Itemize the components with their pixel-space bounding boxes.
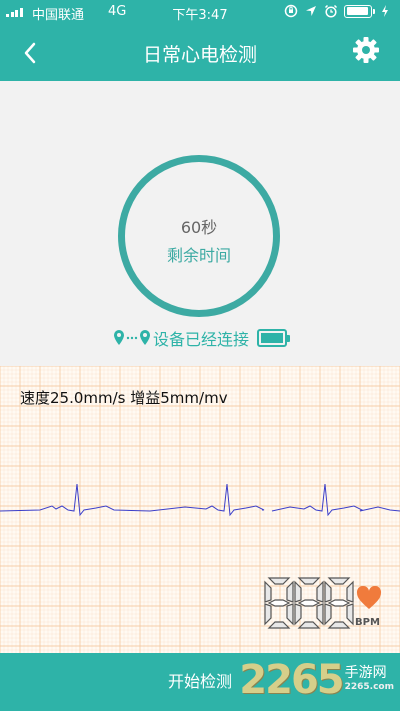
digit-segment bbox=[294, 603, 302, 626]
digit-segment bbox=[327, 621, 351, 629]
digit-segment bbox=[324, 580, 332, 603]
watermark-brand: 手游网 2265.com bbox=[344, 665, 394, 692]
device-link-icon bbox=[113, 328, 151, 348]
watermark-number: 2265 bbox=[239, 657, 344, 703]
countdown-ring: 60秒 剩余时间 bbox=[118, 155, 280, 317]
digit-segment bbox=[327, 577, 351, 585]
digit-segment bbox=[316, 603, 324, 626]
timer-section: 60秒 剩余时间 设备已经连接 bbox=[0, 81, 400, 366]
digit-segment bbox=[327, 599, 351, 607]
digit-segment bbox=[324, 603, 332, 626]
heart-rate-display: 000 BPM bbox=[264, 576, 384, 636]
location-icon bbox=[306, 6, 316, 16]
ecg-chart: 速度25.0mm/s 增益5mm/mv 000 BPM bbox=[0, 366, 400, 653]
digit-segment bbox=[267, 621, 291, 629]
page-title: 日常心电检测 bbox=[142, 44, 257, 66]
nav-bar: 日常心电检测 bbox=[0, 25, 400, 81]
digit-segment bbox=[264, 580, 272, 603]
alarm-icon bbox=[324, 4, 338, 18]
digit-segment bbox=[297, 621, 321, 629]
phone-battery-icon bbox=[344, 4, 375, 18]
seconds-remaining: 60秒 bbox=[180, 218, 218, 237]
status-bar: 中国联通 4G 下午3:47 bbox=[0, 0, 400, 25]
ecg-speed-gain: 速度25.0mm/s 增益5mm/mv bbox=[20, 389, 228, 407]
orientation-lock-icon bbox=[284, 4, 298, 18]
time-remaining-label: 剩余时间 bbox=[166, 246, 231, 265]
digit-segment bbox=[267, 577, 291, 585]
device-battery-icon bbox=[257, 329, 290, 347]
device-status-text: 设备已经连接 bbox=[152, 330, 249, 349]
digit-segment bbox=[346, 603, 354, 626]
device-connection-status: 设备已经连接 bbox=[0, 326, 400, 350]
digit-segment bbox=[316, 580, 324, 603]
digit-segment bbox=[286, 580, 294, 603]
bottom-bar: 开始检测 2265 手游网 2265.com bbox=[0, 653, 400, 711]
gear-icon[interactable] bbox=[352, 36, 380, 64]
bpm-unit: BPM bbox=[355, 617, 380, 628]
digit-segment bbox=[294, 580, 302, 603]
digit-segment bbox=[267, 599, 291, 607]
bpm-digits bbox=[264, 577, 354, 629]
charging-bolt-icon bbox=[382, 5, 388, 17]
watermark-logo: 2265 手游网 2265.com bbox=[239, 657, 394, 703]
digit-segment bbox=[286, 603, 294, 626]
digit-segment bbox=[297, 577, 321, 585]
digit-segment bbox=[346, 580, 354, 603]
heart-icon bbox=[356, 586, 382, 609]
digit-segment bbox=[297, 599, 321, 607]
digit-segment bbox=[264, 603, 272, 626]
